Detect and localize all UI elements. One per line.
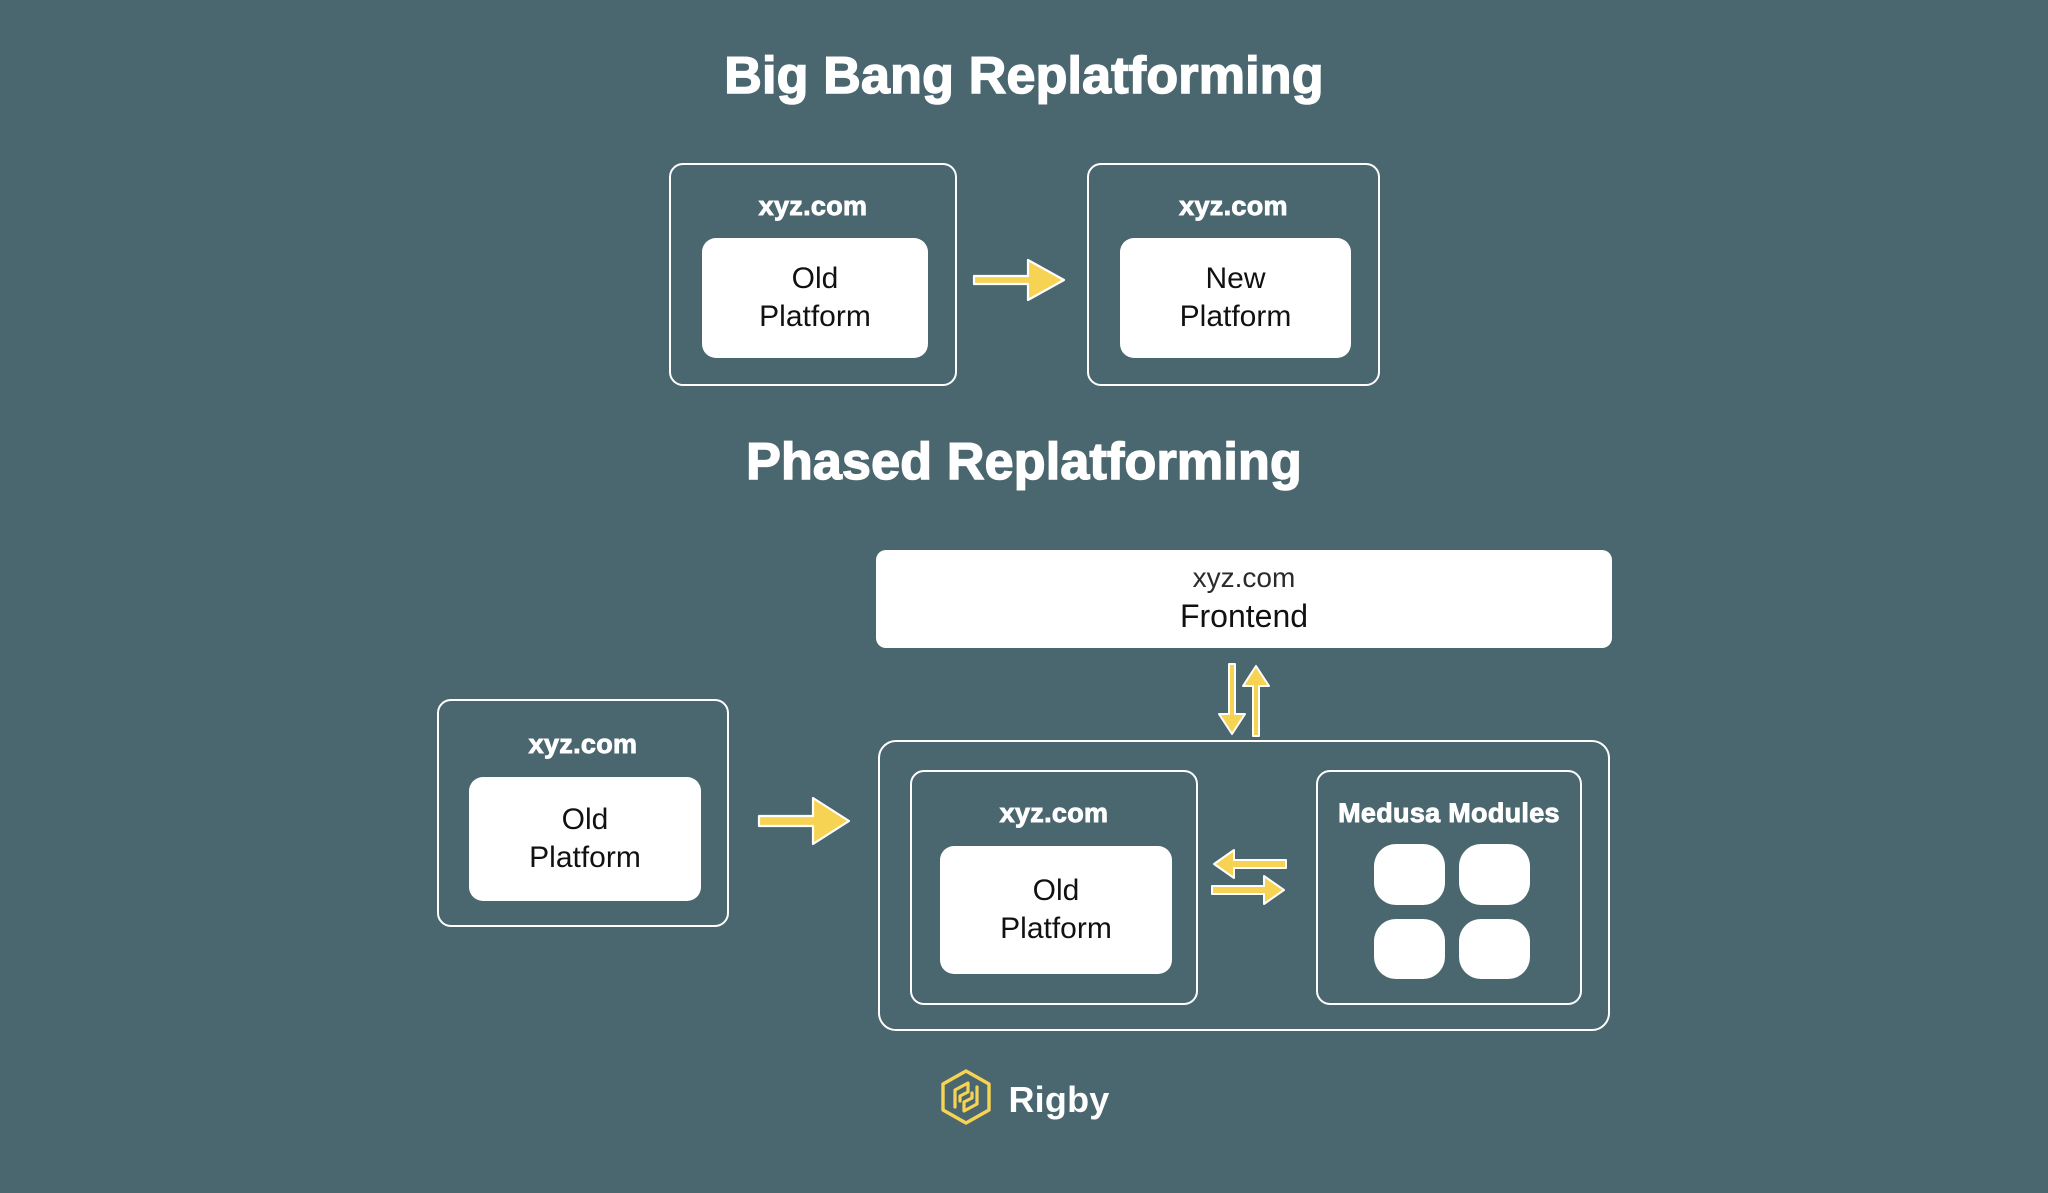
medusa-module-tile-3 <box>1374 918 1445 979</box>
rigby-hexagon-icon <box>938 1068 994 1131</box>
platform-card-line-2: Platform <box>759 300 871 333</box>
big-bang-old-platform-container: xyz.com Old Platform <box>669 163 957 386</box>
diagram-canvas: Big Bang Replatforming xyz.com Old Platf… <box>0 0 2048 1193</box>
phased-frontend-backend-link <box>1207 662 1281 738</box>
phased-backend-legacy-card: Old Platform <box>940 846 1172 974</box>
phased-legacy-source-container: xyz.com Old Platform <box>437 699 729 927</box>
medusa-module-grid <box>1374 844 1530 979</box>
medusa-module-tile-1 <box>1374 844 1445 905</box>
phased-composed-backend-container: xyz.com Old Platform Medusa Modules <box>878 740 1610 1031</box>
phased-frontend-box: xyz.com Frontend <box>876 550 1612 648</box>
phased-legacy-source-card: Old Platform <box>469 777 701 901</box>
phased-section-title: Phased Replatforming <box>745 432 1302 492</box>
phased-backend-legacy-domain: xyz.com <box>999 798 1109 829</box>
big-bang-new-platform-card: New Platform <box>1120 238 1351 358</box>
medusa-module-tile-2 <box>1459 844 1530 905</box>
platform-card-line-1: New <box>1205 261 1266 295</box>
platform-card-line-2: Platform <box>529 841 641 874</box>
phased-frontend-domain: xyz.com <box>1192 562 1296 593</box>
phased-migration-arrow <box>757 790 853 852</box>
platform-card-line-2: Platform <box>1000 912 1112 945</box>
brand-footer: Rigby <box>0 1068 2048 1131</box>
phased-backend-legacy-container: xyz.com Old Platform <box>910 770 1198 1005</box>
big-bang-old-platform-card: Old Platform <box>702 238 928 358</box>
platform-card-line-1: Old <box>561 802 609 836</box>
big-bang-old-platform-domain: xyz.com <box>758 191 868 222</box>
big-bang-migration-arrow <box>972 252 1068 308</box>
big-bang-new-platform-container: xyz.com New Platform <box>1087 163 1380 386</box>
phased-frontend-label: Frontend <box>1179 598 1309 635</box>
platform-card-line-1: Old <box>791 261 839 295</box>
big-bang-new-platform-domain: xyz.com <box>1179 191 1288 222</box>
phased-medusa-modules-container: Medusa Modules <box>1316 770 1582 1005</box>
phased-medusa-modules-label: Medusa Modules <box>1338 798 1560 829</box>
brand-name: Rigby <box>1008 1078 1110 1120</box>
phased-legacy-medusa-link <box>1210 844 1288 910</box>
platform-card-line-2: Platform <box>1179 300 1292 333</box>
phased-legacy-source-domain: xyz.com <box>528 729 638 760</box>
medusa-module-tile-4 <box>1459 918 1530 979</box>
big-bang-section-title: Big Bang Replatforming <box>723 46 1324 106</box>
platform-card-line-1: Old <box>1032 873 1080 907</box>
